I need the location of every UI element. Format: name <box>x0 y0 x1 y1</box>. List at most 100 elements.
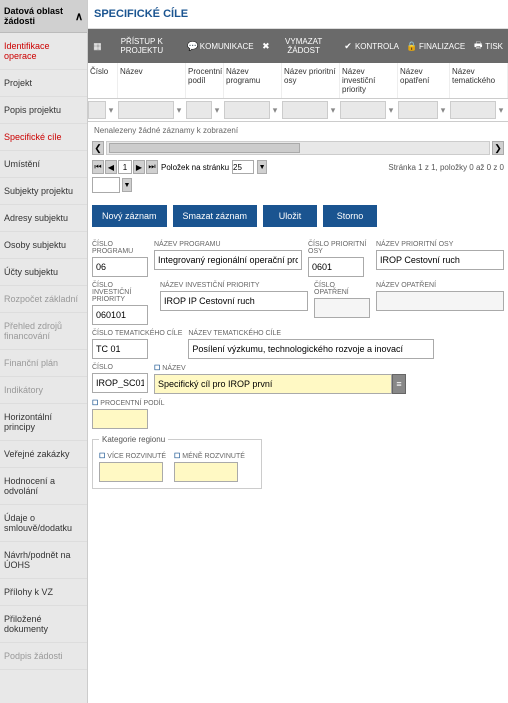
sidebar-header[interactable]: Datová oblast žádosti ∧ <box>0 0 87 33</box>
prev-page-button[interactable]: ◀ <box>105 160 117 174</box>
funnel-icon[interactable]: ▾ <box>438 105 448 116</box>
sidebar-item-10[interactable]: Přehled zdrojů financování <box>0 313 87 350</box>
sidebar-item-19[interactable]: Přiložené dokumenty <box>0 606 87 643</box>
sidebar-item-16[interactable]: Údaje o smlouvě/dodatku <box>0 505 87 542</box>
sidebar-item-8[interactable]: Účty subjektu <box>0 259 87 286</box>
nazev-field[interactable] <box>154 374 392 394</box>
check-button[interactable]: ✔KONTROLA <box>340 33 402 59</box>
col-nazev[interactable]: Název <box>118 63 186 98</box>
delete-record-button[interactable]: Smazat záznam <box>173 205 258 227</box>
funnel-icon[interactable]: ▾ <box>496 105 506 116</box>
first-page-button[interactable]: ⏮ <box>92 160 104 174</box>
col-ip[interactable]: Název investiční priority <box>340 63 398 98</box>
nazev-ip-field[interactable] <box>160 291 308 311</box>
filter-opatreni[interactable] <box>398 101 438 119</box>
sidebar-item-20[interactable]: Podpis žádosti <box>0 643 87 670</box>
cislo-field[interactable] <box>92 373 148 393</box>
page-size-input[interactable] <box>232 160 254 174</box>
horizontal-scrollbar[interactable]: ❮ ❯ <box>88 139 508 157</box>
funnel-icon[interactable]: ▾ <box>174 105 184 116</box>
vice-field[interactable] <box>99 462 163 482</box>
filter-nazev[interactable] <box>118 101 174 119</box>
sidebar-item-14[interactable]: Veřejné zakázky <box>0 441 87 468</box>
sidebar-item-12[interactable]: Indikátory <box>0 377 87 404</box>
col-opatreni[interactable]: Název opatření <box>398 63 450 98</box>
sidebar-item-3[interactable]: Specifické cíle <box>0 124 87 151</box>
sidebar-item-13[interactable]: Horizontální principy <box>0 404 87 441</box>
sidebar-item-9[interactable]: Rozpočet základní <box>0 286 87 313</box>
sidebar-item-6[interactable]: Adresy subjektu <box>0 205 87 232</box>
dropdown-icon[interactable]: ▼ <box>122 178 132 192</box>
chevron-up-icon: ∧ <box>75 10 83 23</box>
cancel-button[interactable]: Storno <box>323 205 377 227</box>
sidebar-item-7[interactable]: Osoby subjektu <box>0 232 87 259</box>
cislo-op-label: ČÍSLO OPATŘENÍ <box>314 280 370 298</box>
col-tc[interactable]: Název tematického <box>450 63 508 98</box>
cislo-op-field[interactable] <box>314 298 370 318</box>
cislo-programu-label: ČÍSLO PROGRAMU <box>92 239 148 257</box>
scroll-thumb[interactable] <box>109 143 300 153</box>
save-button[interactable]: Uložit <box>263 205 317 227</box>
access-project-button[interactable]: ▦PŘÍSTUP K PROJEKTU <box>90 33 183 59</box>
finalize-button[interactable]: 🔒FINALIZACE <box>404 33 468 59</box>
vice-label: ☐VÍCE ROZVINUTÉ <box>99 450 166 462</box>
cislo-label: ČÍSLO <box>92 362 148 373</box>
nazev-tc-field[interactable] <box>188 339 434 359</box>
cislo-ip-field[interactable] <box>92 305 148 325</box>
last-page-button[interactable]: ⏭ <box>146 160 158 174</box>
print-button[interactable]: 🖶TISK <box>470 33 506 59</box>
funnel-icon[interactable]: ▾ <box>106 105 116 116</box>
print-icon: 🖶 <box>473 41 483 51</box>
cislo-ip-label: ČÍSLO INVESTIČNÍ PRIORITY <box>92 280 154 305</box>
sidebar-item-2[interactable]: Popis projektu <box>0 97 87 124</box>
col-pos[interactable]: Název prioritní osy <box>282 63 340 98</box>
funnel-icon[interactable]: ▾ <box>328 105 338 116</box>
procentni-field[interactable] <box>92 409 148 429</box>
filter-pos[interactable] <box>282 101 328 119</box>
scroll-left-icon[interactable]: ❮ <box>92 141 104 155</box>
sidebar-item-17[interactable]: Návrh/podnět na ÚOHS <box>0 542 87 579</box>
mene-field[interactable] <box>174 462 238 482</box>
expand-icon[interactable]: ≡ <box>392 374 406 394</box>
sidebar-item-18[interactable]: Přílohy k VZ <box>0 579 87 606</box>
funnel-icon[interactable]: ▾ <box>270 105 280 116</box>
dropdown-icon[interactable]: ▼ <box>257 160 267 174</box>
cislo-pos-field[interactable] <box>308 257 364 277</box>
filter-cislo[interactable] <box>88 101 106 119</box>
new-record-button[interactable]: Nový záznam <box>92 205 167 227</box>
funnel-icon[interactable]: ▾ <box>386 105 396 116</box>
col-cislo[interactable]: Číslo <box>88 63 118 98</box>
sidebar-item-1[interactable]: Projekt <box>0 70 87 97</box>
sidebar-item-4[interactable]: Umístění <box>0 151 87 178</box>
funnel-icon[interactable]: ▾ <box>212 105 222 116</box>
next-page-button[interactable]: ▶ <box>133 160 145 174</box>
page-number-input[interactable] <box>118 160 132 174</box>
scroll-track[interactable] <box>106 141 490 155</box>
toolbar: ▦PŘÍSTUP K PROJEKTU 💬KOMUNIKACE ✖VYMAZAT… <box>88 29 508 63</box>
grid-header: Číslo Název Procentní podíl Název progra… <box>88 63 508 99</box>
nazev-op-field[interactable] <box>376 291 504 311</box>
col-procentni[interactable]: Procentní podíl <box>186 63 224 98</box>
filter-ip[interactable] <box>340 101 386 119</box>
communication-button[interactable]: 💬KOMUNIKACE <box>185 33 257 59</box>
region-legend: Kategorie regionu <box>99 435 168 444</box>
sidebar-item-5[interactable]: Subjekty projektu <box>0 178 87 205</box>
sidebar-item-15[interactable]: Hodnocení a odvolání <box>0 468 87 505</box>
sidebar-item-0[interactable]: Identifikace operace <box>0 33 87 70</box>
nazev-programu-field[interactable] <box>154 250 302 270</box>
filter-procentni[interactable] <box>186 101 212 119</box>
cancel-request-button[interactable]: ✖VYMAZAT ŽÁDOST <box>259 33 338 59</box>
cislo-programu-field[interactable] <box>92 257 148 277</box>
region-fieldset: Kategorie regionu ☐VÍCE ROZVINUTÉ ☐MÉNĚ … <box>92 435 262 489</box>
nazev-pos-field[interactable] <box>376 250 504 270</box>
nazev-ip-label: NÁZEV INVESTIČNÍ PRIORITY <box>160 280 308 291</box>
filter-programu[interactable] <box>224 101 270 119</box>
cislo-tc-field[interactable] <box>92 339 148 359</box>
pager-info: Stránka 1 z 1, položky 0 až 0 z 0 <box>388 163 504 172</box>
col-programu[interactable]: Název programu <box>224 63 282 98</box>
scroll-right-icon[interactable]: ❯ <box>492 141 504 155</box>
sidebar-item-11[interactable]: Finanční plán <box>0 350 87 377</box>
filter-tc[interactable] <box>450 101 496 119</box>
item-select-input[interactable] <box>92 177 120 193</box>
nazev-pos-label: NÁZEV PRIORITNÍ OSY <box>376 239 504 250</box>
